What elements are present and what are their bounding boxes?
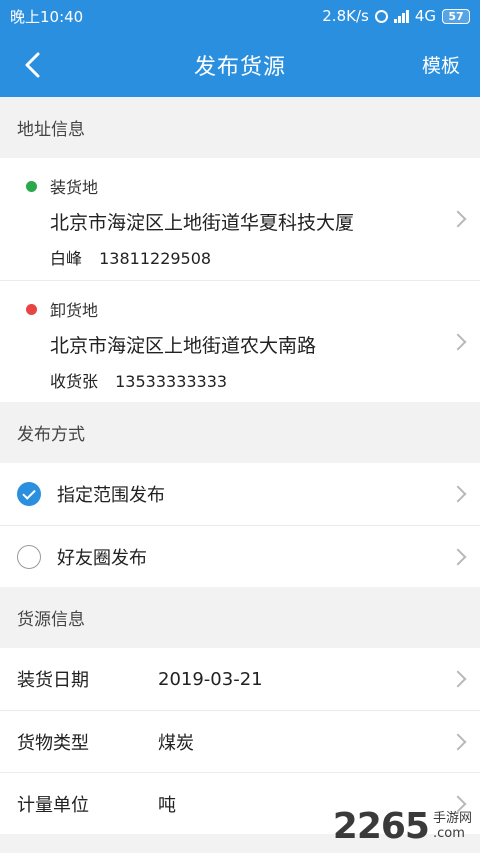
option-range-publish[interactable]: 指定范围发布 [0, 463, 480, 525]
publish-options: 指定范围发布 好友圈发布 [0, 463, 480, 587]
chevron-left-icon[interactable] [18, 50, 48, 80]
chevron-right-icon [449, 485, 467, 503]
loading-contact-phone: 13811229508 [99, 249, 212, 268]
form-label: 计量单位 [17, 794, 89, 816]
loading-type: 装货地 [26, 174, 430, 198]
signal-icon [393, 9, 409, 23]
unloading-contact: 收货张 13533333333 [50, 368, 430, 392]
green-dot-icon [26, 180, 37, 192]
status-right: 2.8K/s 4G 57 [322, 7, 470, 25]
status-bar: 晚上10:40 2.8K/s 4G 57 [0, 0, 480, 32]
section-header-address: 地址信息 [0, 97, 480, 158]
form-label: 装货日期 [17, 670, 89, 691]
section-header-publish: 发布方式 [0, 402, 480, 463]
battery-icon: 57 [442, 8, 470, 24]
chevron-right-icon [449, 733, 467, 750]
unloading-contact-name: 收货张 [50, 372, 99, 391]
red-dot-icon [26, 303, 37, 315]
unloading-address-item[interactable]: 卸货地 北京市海淀区上地街道农大南路 收货张 13533333333 [0, 280, 480, 402]
loading-contact-name: 白峰 [50, 249, 83, 268]
chevron-right-icon [449, 210, 467, 228]
loading-contact: 白峰 13811229508 [50, 245, 430, 269]
form-row-unit[interactable]: 计量单位 吨 [0, 772, 480, 834]
cargo-form: 装货日期 2019-03-21 货物类型 煤炭 计量单位 吨 [0, 648, 480, 834]
chevron-right-icon [449, 548, 467, 565]
form-row-loading-date[interactable]: 装货日期 2019-03-21 [0, 648, 480, 710]
loading-address-item[interactable]: 装货地 北京市海淀区上地街道华夏科技大厦 白峰 13811229508 [0, 158, 480, 280]
loading-type-label: 装货地 [50, 178, 99, 197]
form-value: 吨 [158, 794, 176, 816]
nav-bar: 发布货源 模板 [0, 32, 480, 97]
loading-address: 北京市海淀区上地街道华夏科技大厦 [50, 212, 355, 234]
chevron-right-icon [449, 670, 467, 688]
checkbox-checked-icon[interactable] [17, 482, 41, 506]
chevron-right-icon [449, 333, 467, 350]
section-header-cargo: 货源信息 [0, 587, 480, 648]
option-label: 指定范围发布 [57, 485, 165, 506]
chevron-right-icon [449, 795, 467, 812]
unloading-contact-phone: 13533333333 [115, 372, 228, 391]
page-title: 发布货源 [193, 54, 286, 80]
form-row-cargo-type[interactable]: 货物类型 煤炭 [0, 710, 480, 772]
status-time: 晚上10:40 [10, 7, 84, 26]
unloading-address: 北京市海淀区上地街道农大南路 [50, 335, 317, 357]
net-speed: 2.8K/s [322, 7, 369, 25]
option-label: 好友圈发布 [57, 547, 147, 569]
option-friends-publish[interactable]: 好友圈发布 [0, 525, 480, 587]
form-value: 煤炭 [158, 732, 194, 754]
template-button[interactable]: 模板 [422, 32, 460, 97]
network-type: 4G [414, 7, 436, 25]
form-value: 2019-03-21 [158, 668, 263, 690]
unloading-type-label: 卸货地 [50, 301, 99, 320]
address-list: 装货地 北京市海淀区上地街道华夏科技大厦 白峰 13811229508 卸货地 … [0, 158, 480, 402]
alarm-icon [374, 9, 388, 23]
checkbox-unchecked-icon[interactable] [17, 544, 41, 569]
form-label: 货物类型 [17, 732, 89, 754]
unloading-type: 卸货地 [26, 297, 430, 321]
